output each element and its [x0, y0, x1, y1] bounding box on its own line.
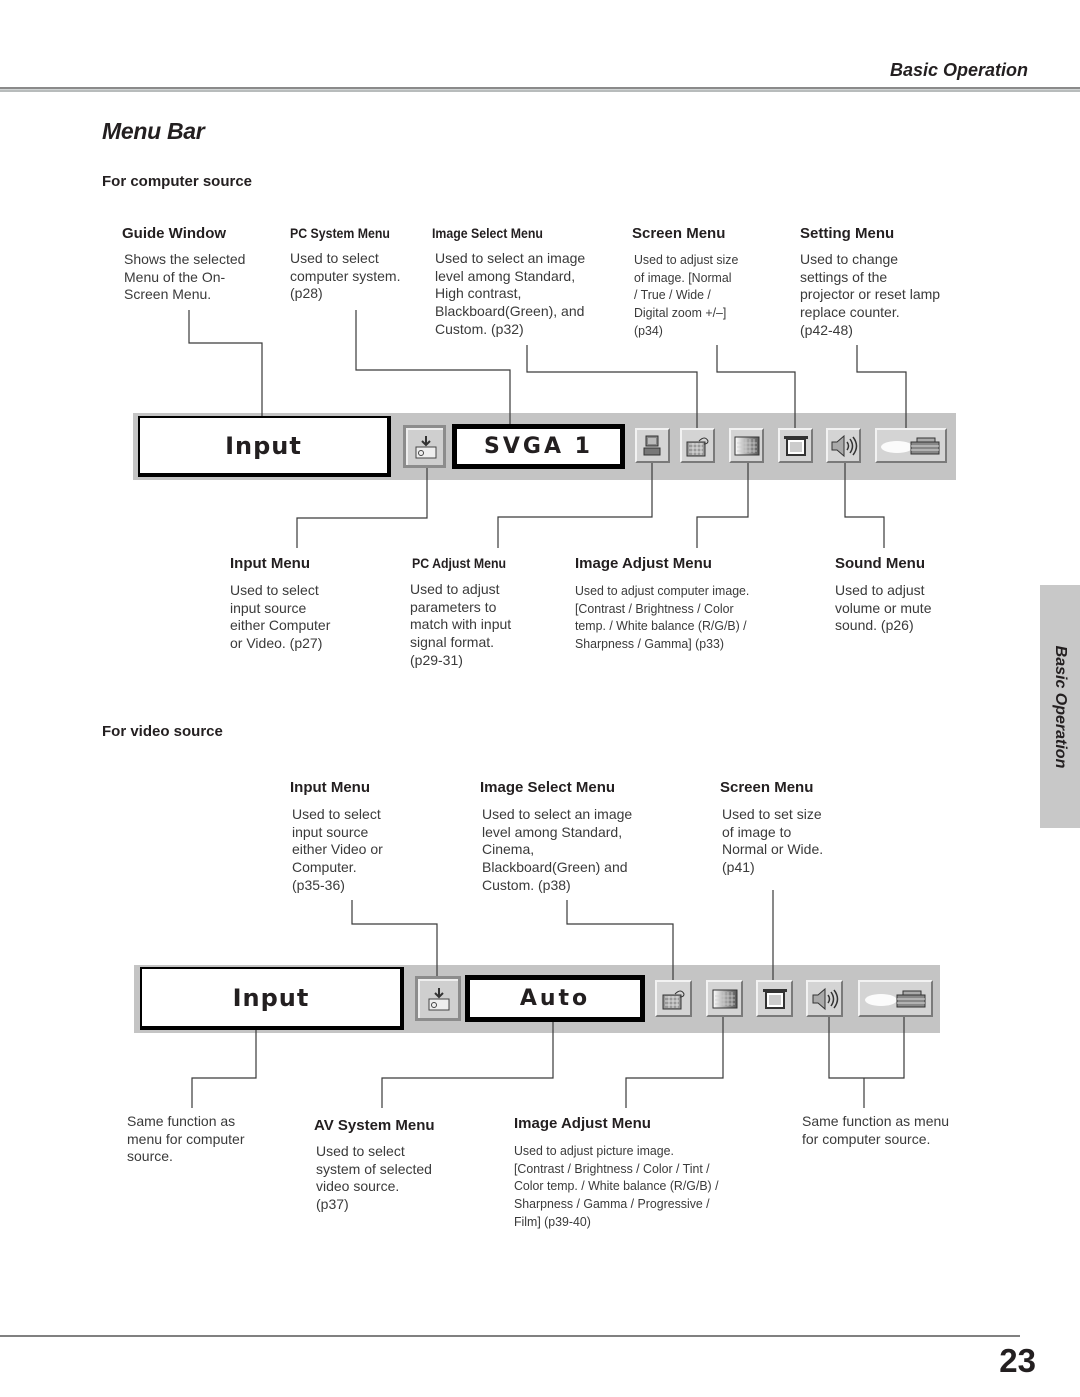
callout-description: Same function as menu for computer sourc… — [127, 1113, 245, 1165]
screen-icon — [783, 435, 808, 456]
callout-video-image-adjust-menu: Image Adjust Menu Used to adjust picture… — [514, 1115, 729, 1231]
callout-heading: Screen Menu — [720, 779, 814, 796]
image-adjust-icon — [712, 989, 737, 1008]
callout-video-image-select-menu: Image Select Menu Used to select an imag… — [480, 779, 632, 895]
image-adjust-icon — [734, 436, 759, 455]
callout-description: Same function as menu for computer sourc… — [802, 1113, 950, 1147]
screen-menu-button[interactable] — [778, 428, 813, 463]
video-image-select-menu-button[interactable] — [655, 980, 692, 1017]
callout-video-screen-menu: Screen Menu Used to set size of image to… — [720, 779, 823, 877]
input-icon — [415, 435, 436, 458]
callout-description: Used to set size of image to Normal or W… — [722, 806, 824, 876]
callout-screen-menu: Screen Menu Used to adjust size of image… — [632, 225, 744, 340]
side-tab: Basic Operation — [1040, 585, 1080, 828]
leader-line — [381, 1022, 554, 1108]
pc-system-display[interactable]: SVGA 1 — [452, 424, 625, 469]
callout-video-guide-window: Same function as menu for computer sourc… — [127, 1113, 245, 1166]
sound-menu-button[interactable] — [826, 428, 861, 463]
callout-heading: PC Adjust Menu — [412, 555, 506, 571]
image-select-icon — [686, 437, 709, 456]
input-menu-button[interactable] — [403, 425, 446, 468]
callout-video-input-menu: Input Menu Used to select input source e… — [290, 779, 383, 895]
callout-heading: Image Select Menu — [480, 779, 616, 796]
guide-window-video: Input — [140, 967, 404, 1030]
page-number: 23 — [999, 1342, 1036, 1379]
callout-heading: AV System Menu — [314, 1117, 435, 1134]
callout-sound-menu: Sound Menu Used to adjust volume or mute… — [835, 555, 931, 635]
section-title-computer: For computer source — [102, 173, 253, 190]
callout-pc-adjust-menu: PC Adjust Menu Used to adjust parameters… — [410, 555, 519, 670]
leader-line — [296, 468, 428, 548]
callout-heading: Image Adjust Menu — [514, 1115, 651, 1132]
av-system-value: Auto — [519, 986, 591, 1011]
callout-guide-window: Guide Window Shows the selected Menu of … — [122, 225, 245, 304]
header-rule — [0, 87, 1080, 92]
callout-description: Used to select input source either Video… — [292, 806, 383, 893]
image-select-menu-button[interactable] — [680, 428, 715, 463]
callout-input-menu: Input Menu Used to select input source e… — [230, 555, 330, 653]
callout-heading: Image Adjust Menu — [575, 555, 712, 572]
callout-description: Used to adjust parameters to match with … — [410, 581, 512, 668]
callout-description: Used to select input source either Compu… — [230, 582, 331, 652]
callout-heading: Screen Menu — [632, 225, 726, 242]
callout-heading: Sound Menu — [835, 555, 925, 572]
image-select-icon — [662, 990, 685, 1009]
callout-av-system-menu: AV System Menu Used to select system of … — [314, 1117, 435, 1214]
video-input-menu-button[interactable] — [415, 976, 461, 1021]
page-title: Menu Bar — [102, 118, 205, 144]
leader-line — [191, 1030, 257, 1108]
callout-description: Shows the selected Menu of the On- Scree… — [124, 251, 246, 303]
sound-icon — [812, 987, 838, 1010]
callout-heading: Input Menu — [230, 555, 310, 572]
callout-image-select-menu: Image Select Menu Used to select an imag… — [432, 225, 585, 339]
pc-adjust-icon — [643, 435, 660, 455]
callout-description: Used to adjust computer image. [Contrast… — [575, 583, 750, 652]
setting-icon — [881, 437, 940, 454]
pc-system-value: SVGA 1 — [484, 434, 593, 459]
callout-description: Used to select an image level among Stan… — [482, 806, 633, 893]
running-header: Basic Operation — [889, 60, 1028, 80]
video-image-adjust-menu-button[interactable] — [706, 980, 743, 1017]
screen-icon — [762, 988, 787, 1009]
image-adjust-menu-button[interactable] — [729, 428, 764, 463]
callout-description: Used to adjust volume or mute sound. (p2… — [835, 582, 932, 634]
setting-icon — [864, 990, 925, 1007]
callout-heading: Setting Menu — [800, 225, 895, 242]
section-title-video: For video source — [102, 723, 223, 740]
pc-adjust-menu-button[interactable] — [635, 428, 670, 463]
av-system-display[interactable]: Auto — [465, 975, 645, 1022]
callout-heading: Input Menu — [290, 779, 370, 796]
sound-icon — [831, 434, 857, 457]
callout-description: Used to select computer system. (p28) — [290, 250, 401, 302]
video-screen-menu-button[interactable] — [756, 980, 793, 1017]
input-icon — [428, 987, 450, 1010]
callout-heading: Image Select Menu — [432, 225, 543, 241]
guide-window-label: Input — [232, 983, 310, 1012]
callout-heading: PC System Menu — [290, 225, 390, 241]
callout-setting-menu: Setting Menu Used to change settings of … — [800, 225, 940, 340]
video-setting-menu-button[interactable] — [858, 980, 933, 1017]
callout-description: Used to select an image level among Stan… — [435, 250, 586, 337]
footer-rule — [0, 1335, 1020, 1337]
callout-pc-system-menu: PC System Menu Used to select computer s… — [290, 225, 404, 303]
guide-window-label: Input — [225, 431, 302, 460]
callout-video-sound-setting: Same function as menu for computer sourc… — [802, 1113, 949, 1148]
video-sound-menu-button[interactable] — [806, 980, 843, 1017]
callout-heading: Guide Window — [122, 225, 227, 242]
callout-image-adjust-menu: Image Adjust Menu Used to adjust compute… — [575, 555, 759, 653]
callout-description: Used to adjust size of image. [Normal / … — [634, 252, 739, 338]
side-tab-label: Basic Operation — [1052, 645, 1069, 768]
guide-window: Input — [138, 416, 391, 477]
callout-description: Used to adjust picture image. [Contrast … — [514, 1143, 719, 1229]
callout-description: Used to select system of selected video … — [316, 1143, 432, 1213]
callout-description: Used to change settings of the projector… — [800, 251, 941, 338]
leader-line — [188, 310, 263, 416]
setting-menu-button[interactable] — [875, 428, 947, 463]
